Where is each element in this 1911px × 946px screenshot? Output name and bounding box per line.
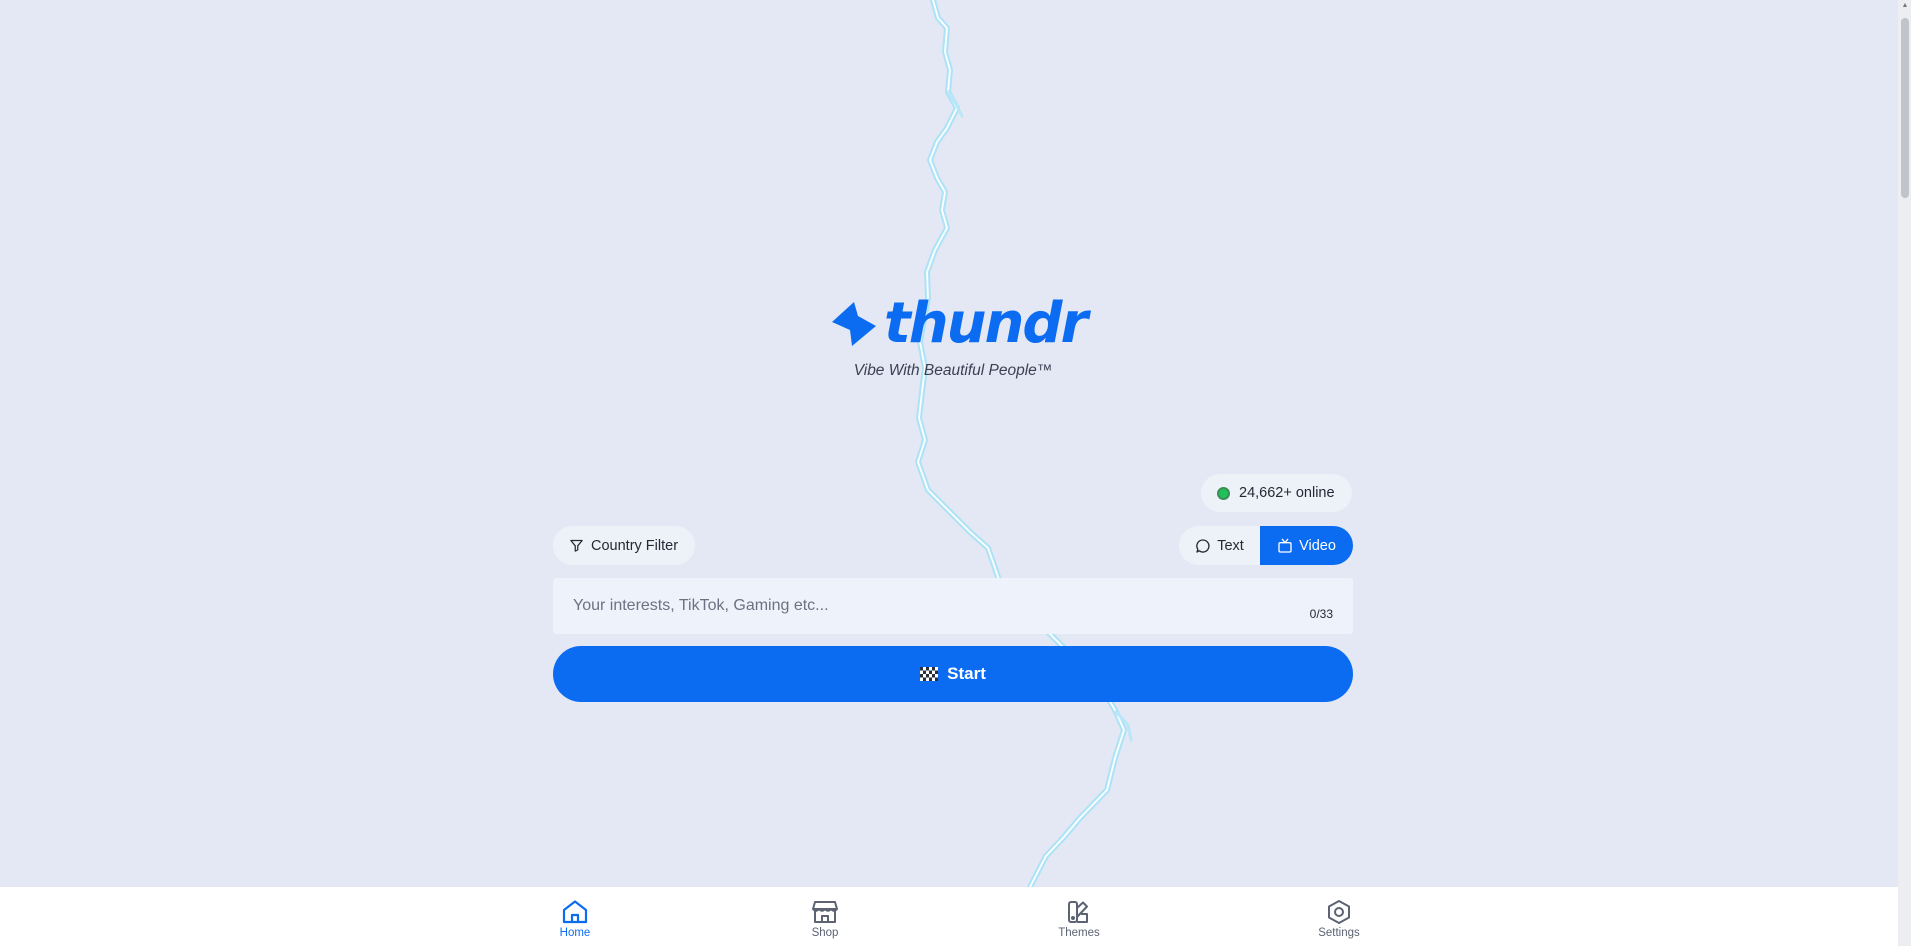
online-count-badge: 24,662+ online: [1201, 474, 1352, 512]
hero-background: [0, 0, 1911, 887]
start-button-label: Start: [947, 664, 986, 683]
video-mode-button[interactable]: Video: [1260, 526, 1353, 565]
country-filter-label: Country Filter: [591, 537, 679, 554]
tv-icon: [1278, 538, 1292, 553]
brand-name: thundr: [884, 291, 1088, 356]
text-mode-label: Text: [1217, 537, 1244, 554]
checkered-flag-icon: [920, 667, 939, 681]
chat-mode-toggle: Text Video: [1179, 526, 1353, 565]
brand-tagline: Vibe With Beautiful People™: [853, 362, 1053, 379]
nav-label-shop: Shop: [811, 927, 839, 939]
filter-icon: [570, 539, 583, 552]
home-icon: [562, 900, 588, 924]
scrollbar-thumb[interactable]: [1901, 18, 1909, 198]
nav-label-settings: Settings: [1318, 927, 1360, 939]
lightning-bolt-decoration: [915, 0, 1133, 887]
settings-icon: [1328, 900, 1350, 924]
online-status-dot-icon: [1217, 486, 1230, 500]
online-count-text: 24,662+ online: [1239, 485, 1335, 501]
interests-char-count: 0/33: [1309, 607, 1333, 621]
video-mode-label: Video: [1299, 537, 1336, 554]
start-button[interactable]: Start: [553, 646, 1353, 702]
country-filter-button[interactable]: Country Filter: [553, 526, 696, 565]
nav-item-shop[interactable]: Shop: [785, 887, 865, 946]
nav-label-home: Home: [559, 927, 591, 939]
nav-item-themes[interactable]: Themes: [1039, 887, 1119, 946]
shop-icon: [812, 901, 838, 923]
nav-label-themes: Themes: [1058, 927, 1100, 939]
interests-input[interactable]: [553, 578, 1273, 634]
chat-bubble-icon: [1196, 538, 1210, 553]
thundr-logo: thundr: [828, 291, 1088, 356]
thundr-logo-bolt-icon: [832, 302, 876, 346]
themes-icon: [1068, 901, 1088, 923]
text-mode-button[interactable]: Text: [1179, 526, 1260, 565]
interests-field: 0/33: [553, 578, 1353, 634]
nav-item-home[interactable]: Home: [535, 887, 615, 946]
scroll-up-arrow-icon[interactable]: ▲: [1901, 2, 1909, 10]
nav-item-settings[interactable]: Settings: [1299, 887, 1379, 946]
bottom-navigation: Home Shop Themes Settings: [0, 887, 1898, 946]
page-scrollbar[interactable]: ▲: [1898, 0, 1911, 946]
